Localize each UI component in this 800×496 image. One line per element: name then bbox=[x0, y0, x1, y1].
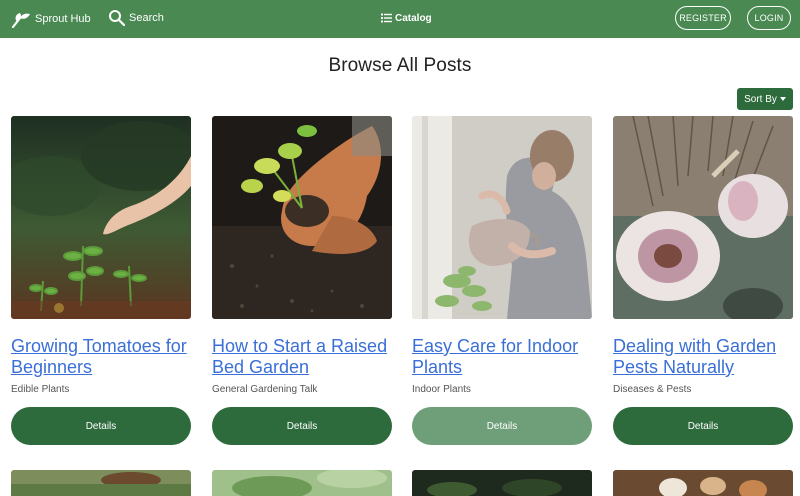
caret-down-icon bbox=[779, 97, 786, 101]
brand-name: Sprout Hub bbox=[35, 13, 91, 25]
post-card: Easy Care for Indoor Plants Indoor Plant… bbox=[412, 116, 592, 445]
search-icon bbox=[109, 10, 126, 27]
catalog-label: Catalog bbox=[395, 12, 432, 24]
post-image-gloved-hands-seedling[interactable] bbox=[212, 116, 392, 319]
post-category: Edible Plants bbox=[11, 384, 70, 395]
sort-by-dropdown[interactable]: Sort By bbox=[737, 88, 793, 110]
details-button[interactable]: Details bbox=[613, 407, 793, 445]
post-image-green-garden[interactable] bbox=[212, 470, 392, 496]
top-navbar: Sprout Hub Search Catalog REGISTER LOGIN bbox=[0, 0, 800, 38]
search-link[interactable]: Search bbox=[108, 8, 164, 28]
post-category: Diseases & Pests bbox=[613, 384, 692, 395]
sprout-logo-icon bbox=[11, 13, 30, 28]
post-title-link[interactable]: Dealing with Garden Pests Naturally bbox=[613, 336, 793, 378]
post-image-garlic-bulbs[interactable] bbox=[613, 116, 793, 319]
details-button[interactable]: Details bbox=[412, 407, 592, 445]
search-label: Search bbox=[129, 12, 164, 24]
post-category: Indoor Plants bbox=[412, 384, 471, 395]
list-icon bbox=[381, 13, 392, 23]
post-card: Dealing with Garden Pests Naturally Dise… bbox=[613, 116, 793, 445]
post-image-tomato-seedlings[interactable] bbox=[11, 116, 191, 319]
post-title-link[interactable]: Easy Care for Indoor Plants bbox=[412, 336, 592, 378]
page-title: Browse All Posts bbox=[328, 55, 472, 76]
post-image-farmer-field[interactable] bbox=[11, 470, 191, 496]
post-card: Growing Tomatoes for Beginners Edible Pl… bbox=[11, 116, 191, 445]
post-title-link[interactable]: How to Start a Raised Bed Garden bbox=[212, 336, 392, 378]
login-button[interactable]: LOGIN bbox=[747, 6, 791, 30]
post-title-link[interactable]: Growing Tomatoes for Beginners bbox=[11, 336, 191, 378]
register-button[interactable]: REGISTER bbox=[675, 6, 731, 30]
post-card: How to Start a Raised Bed Garden General… bbox=[212, 116, 392, 445]
sort-by-label: Sort By bbox=[744, 93, 777, 105]
post-image-dark-foliage[interactable] bbox=[412, 470, 592, 496]
details-button[interactable]: Details bbox=[11, 407, 191, 445]
brand-link[interactable]: Sprout Hub bbox=[11, 9, 91, 29]
post-image-eggs-bowl[interactable] bbox=[613, 470, 793, 496]
catalog-link[interactable]: Catalog bbox=[381, 10, 432, 26]
post-image-watering-houseplant[interactable] bbox=[412, 116, 592, 319]
post-category: General Gardening Talk bbox=[212, 384, 318, 395]
details-button[interactable]: Details bbox=[212, 407, 392, 445]
